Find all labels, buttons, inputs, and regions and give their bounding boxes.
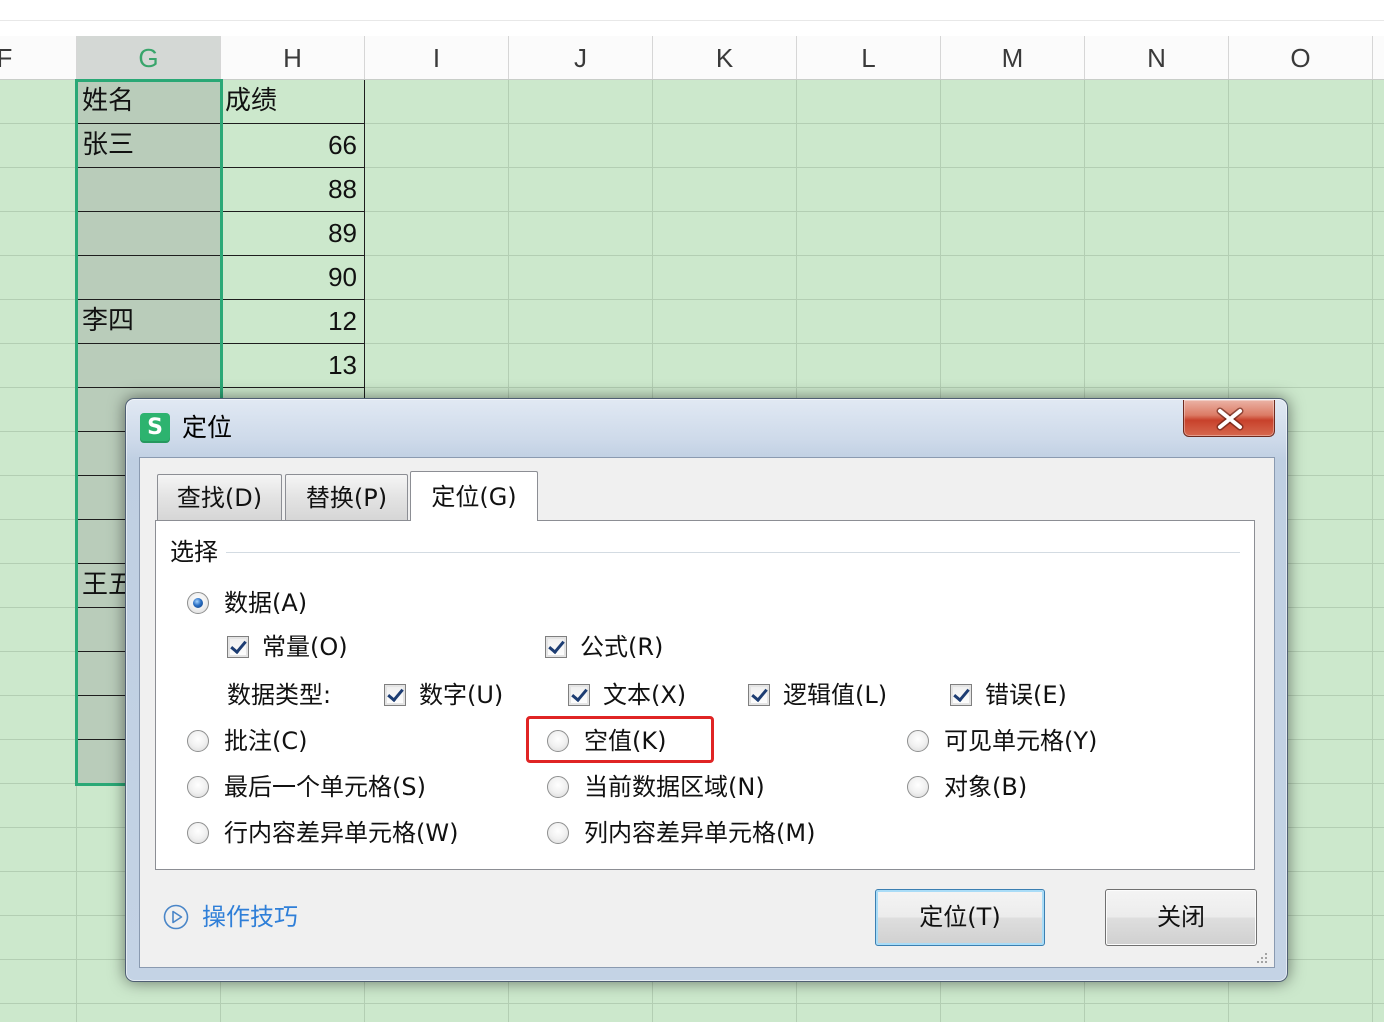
- spreadsheet-window: FGHIJKLMNO 姓名成绩张三66888990李四1213王五 S 定位 查…: [0, 0, 1384, 1022]
- toolbar-divider: [0, 20, 1384, 21]
- tips-link[interactable]: 操作技巧: [202, 902, 298, 932]
- option-column-differences[interactable]: 列内容差异单元格(M): [547, 818, 815, 848]
- visible-cells-radio[interactable]: [907, 730, 929, 752]
- window-close-button[interactable]: [1183, 400, 1275, 437]
- option-constants[interactable]: 常量(O): [227, 632, 348, 662]
- goto-dialog: S 定位 查找(D) 替换(P) 定位(G) 选择 数据(A) 常量(O) 公式…: [125, 398, 1288, 982]
- column-header-g[interactable]: G: [77, 36, 221, 79]
- option-row-differences[interactable]: 行内容差异单元格(W): [187, 818, 458, 848]
- dialog-client-area: 查找(D) 替换(P) 定位(G) 选择 数据(A) 常量(O) 公式(R) 数…: [139, 457, 1275, 968]
- column-header-l[interactable]: L: [797, 36, 941, 79]
- data-radio-label: 数据(A): [224, 589, 308, 617]
- app-icon-letter: S: [147, 415, 163, 440]
- score-cell[interactable]: 90: [221, 256, 365, 300]
- close-icon: [1216, 407, 1244, 431]
- column-header-o[interactable]: O: [1229, 36, 1373, 79]
- toolbar-area: [0, 0, 1384, 36]
- numbers-checkbox-label: 数字(U): [419, 681, 504, 709]
- option-numbers[interactable]: 数字(U): [384, 680, 503, 710]
- group-divider: [226, 552, 1240, 553]
- formulas-checkbox-label: 公式(R): [580, 633, 664, 661]
- errors-checkbox-label: 错误(E): [985, 681, 1067, 709]
- column-header-i[interactable]: I: [365, 36, 509, 79]
- option-data[interactable]: 数据(A): [187, 588, 307, 618]
- tab-replace[interactable]: 替换(P): [285, 474, 408, 520]
- constants-checkbox[interactable]: [227, 636, 249, 658]
- errors-checkbox[interactable]: [950, 684, 972, 706]
- column-header-k[interactable]: K: [653, 36, 797, 79]
- current-region-radio-label: 当前数据区域(N): [584, 773, 765, 801]
- objects-radio-label: 对象(B): [944, 773, 1028, 801]
- option-formulas[interactable]: 公式(R): [545, 632, 663, 662]
- close-button[interactable]: 关闭: [1105, 889, 1257, 946]
- column-header-j[interactable]: J: [509, 36, 653, 79]
- option-comments[interactable]: 批注(C): [187, 726, 307, 756]
- logicals-checkbox-label: 逻辑值(L): [783, 681, 888, 709]
- objects-radio[interactable]: [907, 776, 929, 798]
- comments-radio[interactable]: [187, 730, 209, 752]
- option-last-cell[interactable]: 最后一个单元格(S): [187, 772, 426, 802]
- column-header-f[interactable]: F: [0, 36, 77, 79]
- tab-goto[interactable]: 定位(G): [410, 471, 538, 521]
- column-header-n[interactable]: N: [1085, 36, 1229, 79]
- last-cell-radio[interactable]: [187, 776, 209, 798]
- score-header-cell[interactable]: 成绩: [221, 80, 365, 124]
- visible-cells-radio-label: 可见单元格(Y): [944, 727, 1098, 755]
- group-label-select: 选择: [170, 538, 218, 566]
- goto-button[interactable]: 定位(T): [875, 889, 1045, 946]
- option-objects[interactable]: 对象(B): [907, 772, 1027, 802]
- tab-find[interactable]: 查找(D): [157, 474, 282, 520]
- option-text[interactable]: 文本(X): [568, 680, 686, 710]
- score-cell[interactable]: 89: [221, 212, 365, 256]
- column-header-m[interactable]: M: [941, 36, 1085, 79]
- option-current-region[interactable]: 当前数据区域(N): [547, 772, 765, 802]
- column-differences-radio-label: 列内容差异单元格(M): [584, 819, 816, 847]
- numbers-checkbox[interactable]: [384, 684, 406, 706]
- column-differences-radio[interactable]: [547, 822, 569, 844]
- logicals-checkbox[interactable]: [748, 684, 770, 706]
- score-cell[interactable]: 12: [221, 300, 365, 344]
- score-cell[interactable]: 66: [221, 124, 365, 168]
- formulas-checkbox[interactable]: [545, 636, 567, 658]
- score-cell[interactable]: 88: [221, 168, 365, 212]
- constants-checkbox-label: 常量(O): [262, 633, 348, 661]
- dialog-title: 定位: [182, 413, 233, 442]
- option-visible-cells[interactable]: 可见单元格(Y): [907, 726, 1097, 756]
- highlight-box: [526, 716, 714, 763]
- row-differences-radio[interactable]: [187, 822, 209, 844]
- score-cell[interactable]: 13: [221, 344, 365, 388]
- column-header-h[interactable]: H: [221, 36, 365, 79]
- text-checkbox[interactable]: [568, 684, 590, 706]
- play-circle-icon[interactable]: [163, 904, 189, 930]
- resize-grip-icon[interactable]: [1254, 950, 1268, 964]
- text-checkbox-label: 文本(X): [603, 681, 687, 709]
- data-types-label: 数据类型:: [227, 681, 332, 709]
- row-differences-radio-label: 行内容差异单元格(W): [224, 819, 459, 847]
- tab-panel-goto: 选择 数据(A) 常量(O) 公式(R) 数据类型: 数字(U) 文本(X) 逻…: [155, 520, 1255, 870]
- column-header-row: FGHIJKLMNO: [0, 36, 1384, 80]
- option-errors[interactable]: 错误(E): [950, 680, 1067, 710]
- data-radio[interactable]: [187, 592, 209, 614]
- last-cell-radio-label: 最后一个单元格(S): [224, 773, 426, 801]
- wps-app-icon: S: [140, 413, 170, 443]
- option-logicals[interactable]: 逻辑值(L): [748, 680, 887, 710]
- comments-radio-label: 批注(C): [224, 727, 308, 755]
- current-region-radio[interactable]: [547, 776, 569, 798]
